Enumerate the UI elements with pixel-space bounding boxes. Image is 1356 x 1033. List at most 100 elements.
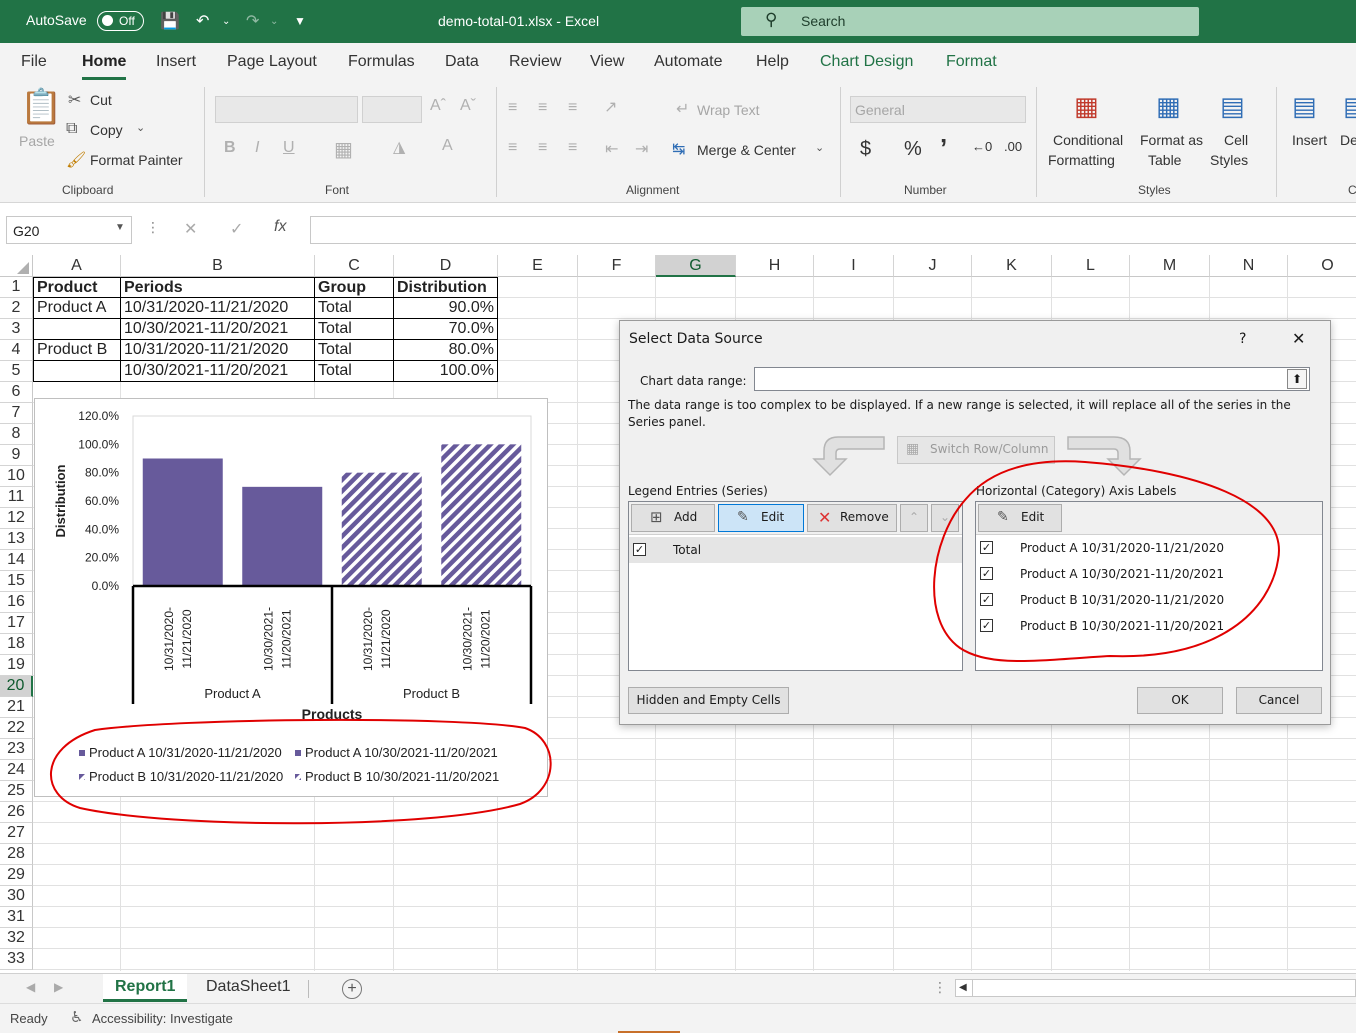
row-header-11[interactable]: 11 [0, 487, 33, 508]
row-header-20[interactable]: 20 [0, 676, 33, 697]
search-box[interactable]: ⚲ Search [741, 7, 1199, 36]
tab-format[interactable]: Format [946, 53, 997, 71]
conditional-formatting-icon[interactable]: ▦ [1074, 91, 1099, 122]
chart-area[interactable]: 120.0% 100.0% 80.0% 60.0% 40.0% 20.0% 0.0% Dist… [34, 398, 548, 797]
customize-qat-icon[interactable]: ▼ [294, 14, 306, 28]
column-header-k[interactable]: K [972, 255, 1052, 277]
row-header-21[interactable]: 21 [0, 697, 33, 718]
tab-formulas[interactable]: Formulas [348, 53, 415, 71]
delete-label[interactable]: De [1340, 132, 1356, 148]
axis-label-item[interactable]: ✓ Product B 10/30/2021-11/20/2021 [976, 614, 1322, 640]
decrease-decimal-icon[interactable]: .00 [1004, 139, 1022, 154]
hidden-empty-cells-button[interactable]: Hidden and Empty Cells [628, 687, 789, 714]
column-header-i[interactable]: I [814, 255, 894, 277]
table-cell[interactable]: 80.0% [394, 340, 498, 361]
remove-series-button[interactable]: ✕ Remove [807, 504, 897, 532]
close-icon[interactable]: ✕ [1292, 329, 1305, 348]
table-cell[interactable]: 10/31/2020-11/21/2020 [121, 298, 315, 319]
paste-label[interactable]: Paste [19, 133, 55, 149]
axis-item-checkbox[interactable]: ✓ [980, 541, 993, 554]
axis-item-checkbox[interactable]: ✓ [980, 619, 993, 632]
add-series-button[interactable]: ⊞ Add [631, 504, 715, 532]
align-top-icon[interactable]: ≡ [508, 99, 517, 117]
align-bottom-icon[interactable]: ≡ [568, 99, 577, 117]
table-cell[interactable]: 10/30/2021-11/20/2021 [121, 319, 315, 340]
column-header-j[interactable]: J [894, 255, 972, 277]
sheet-tab-report1[interactable]: Report1 [103, 974, 188, 1002]
row-header-3[interactable]: 3 [0, 319, 33, 340]
delete-cells-icon[interactable]: ▤ [1343, 91, 1356, 122]
tab-insert[interactable]: Insert [156, 53, 196, 71]
row-header-33[interactable]: 33 [0, 949, 33, 970]
tab-review[interactable]: Review [509, 53, 561, 71]
ok-button[interactable]: OK [1137, 687, 1223, 714]
table-label[interactable]: Table [1148, 152, 1181, 168]
scroll-left-icon[interactable]: ◀ [959, 982, 967, 993]
tab-help[interactable]: Help [756, 53, 789, 71]
axis-item-checkbox[interactable]: ✓ [980, 593, 993, 606]
row-header-26[interactable]: 26 [0, 802, 33, 823]
styles-label[interactable]: Styles [1210, 152, 1248, 168]
conditional-label[interactable]: Conditional [1053, 132, 1123, 148]
axis-label-item[interactable]: ✓ Product A 10/31/2020-11/21/2020 [976, 536, 1322, 562]
tab-data[interactable]: Data [445, 53, 479, 71]
table-cell[interactable]: 90.0% [394, 298, 498, 319]
tab-home[interactable]: Home [82, 53, 127, 80]
decrease-font-icon[interactable]: Aˇ [460, 97, 476, 115]
column-header-f[interactable]: F [578, 255, 656, 277]
column-header-b[interactable]: B [121, 255, 315, 277]
enter-icon[interactable]: ✓ [230, 219, 243, 239]
row-header-29[interactable]: 29 [0, 865, 33, 886]
formula-input[interactable] [310, 216, 1356, 244]
merge-center-icon[interactable]: ↹ [672, 139, 685, 159]
next-sheet-icon[interactable]: ▶ [54, 980, 63, 994]
format-painter-button[interactable]: Format Painter [90, 152, 183, 168]
decrease-indent-icon[interactable]: ⇤ [605, 139, 618, 159]
column-header-a[interactable]: A [33, 255, 121, 277]
name-box[interactable]: G20 ▼ [6, 216, 132, 244]
tab-chart-design[interactable]: Chart Design [820, 53, 913, 71]
row-header-7[interactable]: 7 [0, 403, 33, 424]
cancel-button[interactable]: Cancel [1236, 687, 1322, 714]
name-box-dropdown-icon[interactable]: ▼ [115, 222, 125, 233]
row-header-28[interactable]: 28 [0, 844, 33, 865]
format-as-label[interactable]: Format as [1140, 132, 1203, 148]
move-down-button[interactable]: ⌄ [931, 504, 959, 532]
cancel-icon[interactable]: ✕ [184, 219, 197, 239]
row-header-23[interactable]: 23 [0, 739, 33, 760]
copy-dropdown-icon[interactable]: ⌄ [136, 121, 145, 134]
font-size-combo[interactable] [362, 96, 422, 123]
currency-button[interactable]: $ [860, 138, 871, 161]
paste-icon[interactable]: 📋 [20, 87, 62, 127]
row-header-27[interactable]: 27 [0, 823, 33, 844]
table-header-cell[interactable]: Periods [121, 277, 315, 298]
row-header-12[interactable]: 12 [0, 508, 33, 529]
row-header-14[interactable]: 14 [0, 550, 33, 571]
tab-file[interactable]: File [21, 53, 47, 71]
row-header-18[interactable]: 18 [0, 634, 33, 655]
copy-icon[interactable]: ⧉ [66, 120, 77, 138]
row-header-13[interactable]: 13 [0, 529, 33, 550]
undo-dropdown-icon[interactable]: ⌄ [222, 16, 230, 27]
table-cell[interactable]: Product A [33, 298, 121, 319]
table-cell[interactable]: Total [315, 298, 394, 319]
table-cell[interactable]: 70.0% [394, 319, 498, 340]
row-header-22[interactable]: 22 [0, 718, 33, 739]
increase-decimal-icon[interactable]: ←0 [972, 139, 992, 154]
edit-axis-button[interactable]: ✎ Edit [978, 504, 1062, 532]
row-header-30[interactable]: 30 [0, 886, 33, 907]
cell-label[interactable]: Cell [1224, 132, 1248, 148]
cut-button[interactable]: Cut [90, 92, 112, 108]
table-header-cell[interactable]: Product [33, 277, 121, 298]
align-middle-icon[interactable]: ≡ [538, 99, 547, 117]
align-right-icon[interactable]: ≡ [568, 139, 577, 157]
table-header-cell[interactable]: Distribution [394, 277, 498, 298]
column-header-e[interactable]: E [498, 255, 578, 277]
fill-color-icon[interactable]: ◮ [393, 137, 405, 157]
row-header-25[interactable]: 25 [0, 781, 33, 802]
percent-button[interactable]: % [904, 138, 922, 161]
column-header-d[interactable]: D [394, 255, 498, 277]
borders-icon[interactable]: ▦ [334, 137, 353, 162]
axis-item-checkbox[interactable]: ✓ [980, 567, 993, 580]
increase-font-icon[interactable]: Aˆ [430, 97, 446, 115]
